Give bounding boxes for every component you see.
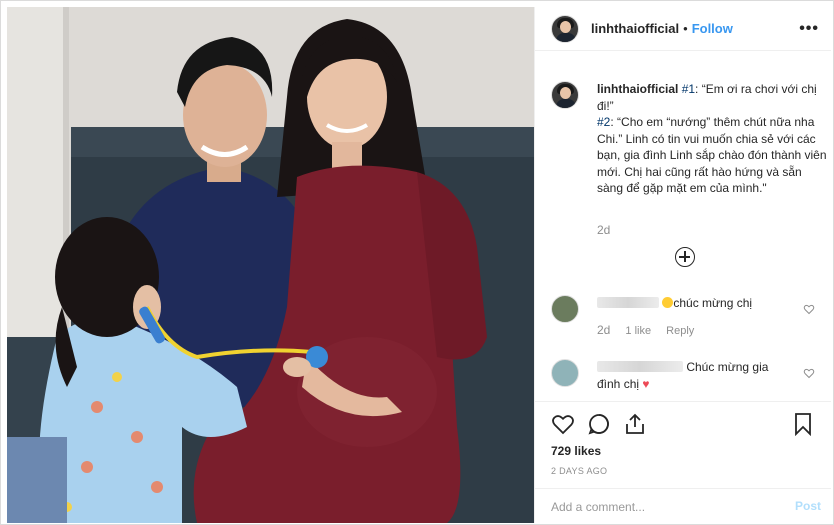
post-actions: 729 likes 2 DAYS AGO Post [535,401,831,523]
hashtag-1[interactable]: #1 [682,82,695,96]
redacted-username [597,361,683,372]
author-username[interactable]: linhthaiofficial [591,21,679,36]
redacted-username [597,297,659,308]
comment-body: chúc mừng chị [673,296,753,310]
comment-like-heart-icon[interactable] [803,367,815,379]
comment-icon[interactable] [587,412,611,436]
add-comment-input[interactable] [551,498,771,516]
comment-timestamp[interactable]: 2d [597,323,610,337]
comment-like-heart-icon[interactable] [803,303,815,315]
post-date[interactable]: 2 DAYS AGO [551,466,607,476]
like-heart-icon[interactable] [551,412,575,436]
comment-likes[interactable]: 1 like [625,325,651,337]
commenter-avatar[interactable] [551,295,579,323]
follow-button[interactable]: Follow [692,21,733,36]
comment-meta: 2d 1 like Reply [597,323,706,337]
header-separator: • [683,21,688,36]
hashtag-2[interactable]: #2 [597,115,610,129]
more-options-icon[interactable]: ••• [799,20,819,38]
smile-emoji-icon [662,297,674,308]
commenter-avatar[interactable] [551,359,579,387]
like-count[interactable]: 729 likes [551,444,601,458]
caption-text: linhthaiofficial #1: “Em ơi ra chơi với … [597,81,827,197]
comment-text: Chúc mừng gia đình chị ♥ [597,359,787,392]
author-avatar[interactable] [551,14,579,43]
add-comment-bar: Post [535,488,831,524]
red-heart-icon: ♥ [642,376,650,391]
comment-text: chúc mừng chị [597,295,787,312]
post-photo[interactable] [7,7,534,523]
load-more-comments-icon[interactable] [675,247,695,267]
post-sidebar: linhthaiofficial • Follow ••• linhthaiof… [534,7,831,523]
post-header: linhthaiofficial • Follow ••• [535,7,831,51]
comments-section: linhthaiofficial #1: “Em ơi ra chơi với … [535,51,831,401]
share-icon[interactable] [623,412,647,436]
caption-timestamp[interactable]: 2d [597,223,610,237]
caption-username[interactable]: linhthaiofficial [597,82,678,96]
post-comment-button[interactable]: Post [795,499,821,513]
instagram-post-window: linhthaiofficial • Follow ••• linhthaiof… [0,0,834,525]
caption-avatar[interactable] [551,81,579,109]
caption-line-2: : “Cho em “nướng” thêm chút nữa nha Chi.… [597,115,827,195]
reply-button[interactable]: Reply [666,325,694,337]
family-photo-illustration [7,7,534,523]
save-bookmark-icon[interactable] [791,412,815,436]
